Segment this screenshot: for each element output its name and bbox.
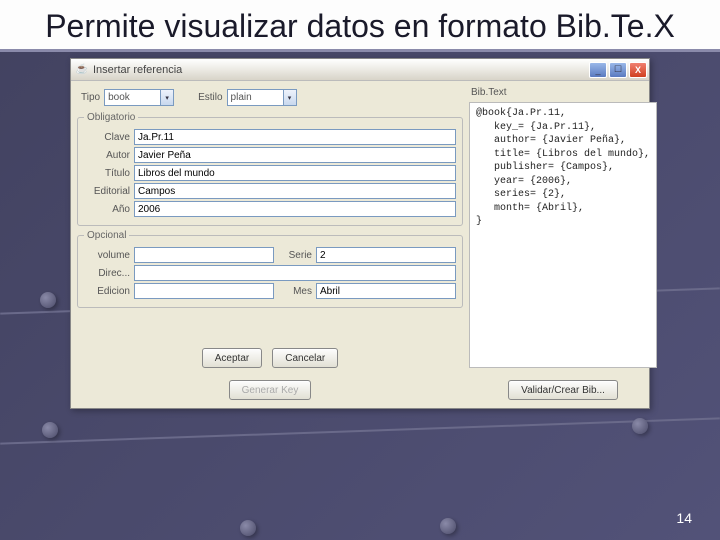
bibtext-label: Bib.Text <box>469 87 657 98</box>
estilo-combo[interactable]: plain ▾ <box>227 89 297 106</box>
cancelar-button[interactable]: Cancelar <box>272 348 338 368</box>
clave-label: Clave <box>84 132 130 143</box>
obligatorio-fieldset: Obligatorio Clave Autor Título Editorial… <box>77 112 463 226</box>
obligatorio-legend: Obligatorio <box>84 112 138 123</box>
generar-key-button[interactable]: Generar Key <box>229 380 312 400</box>
close-button[interactable]: X <box>629 62 647 78</box>
autor-label: Autor <box>84 150 130 161</box>
titulo-label: Título <box>84 168 130 179</box>
mes-label: Mes <box>278 286 312 297</box>
page-number: 14 <box>676 510 692 526</box>
chevron-down-icon: ▾ <box>283 90 296 105</box>
edicion-label: Edicion <box>84 286 130 297</box>
java-icon: ☕ <box>75 63 89 77</box>
estilo-label: Estilo <box>198 92 222 103</box>
opcional-legend: Opcional <box>84 230 129 241</box>
serie-input[interactable] <box>316 247 456 263</box>
titlebar[interactable]: ☕ Insertar referencia _ ☐ X <box>71 59 649 81</box>
window-title: Insertar referencia <box>93 64 182 76</box>
mes-input[interactable] <box>316 283 456 299</box>
minimize-button[interactable]: _ <box>589 62 607 78</box>
tipo-combo[interactable]: book ▾ <box>104 89 174 106</box>
tipo-value: book <box>108 92 130 103</box>
clave-input[interactable] <box>134 129 456 145</box>
validar-button[interactable]: Validar/Crear Bib... <box>508 380 618 400</box>
autor-input[interactable] <box>134 147 456 163</box>
editorial-label: Editorial <box>84 186 130 197</box>
estilo-value: plain <box>231 92 252 103</box>
direc-input[interactable] <box>134 265 456 281</box>
volume-label: volume <box>84 250 130 261</box>
volume-input[interactable] <box>134 247 274 263</box>
edicion-input[interactable] <box>134 283 274 299</box>
titulo-input[interactable] <box>134 165 456 181</box>
slide-title: Permite visualizar datos en formato Bib.… <box>0 0 720 52</box>
chevron-down-icon: ▾ <box>160 90 173 105</box>
ano-label: Año <box>84 204 130 215</box>
editorial-input[interactable] <box>134 183 456 199</box>
ano-input[interactable] <box>134 201 456 217</box>
dialog-window: ☕ Insertar referencia _ ☐ X Tipo book ▾ … <box>70 58 650 409</box>
tipo-label: Tipo <box>81 92 100 103</box>
direc-label: Direc... <box>84 268 130 279</box>
bibtex-output[interactable]: @book{Ja.Pr.11, key_= {Ja.Pr.11}, author… <box>469 102 657 368</box>
aceptar-button[interactable]: Aceptar <box>202 348 262 368</box>
opcional-fieldset: Opcional volume Serie Direc... Edicion M… <box>77 230 463 308</box>
serie-label: Serie <box>278 250 312 261</box>
maximize-button[interactable]: ☐ <box>609 62 627 78</box>
